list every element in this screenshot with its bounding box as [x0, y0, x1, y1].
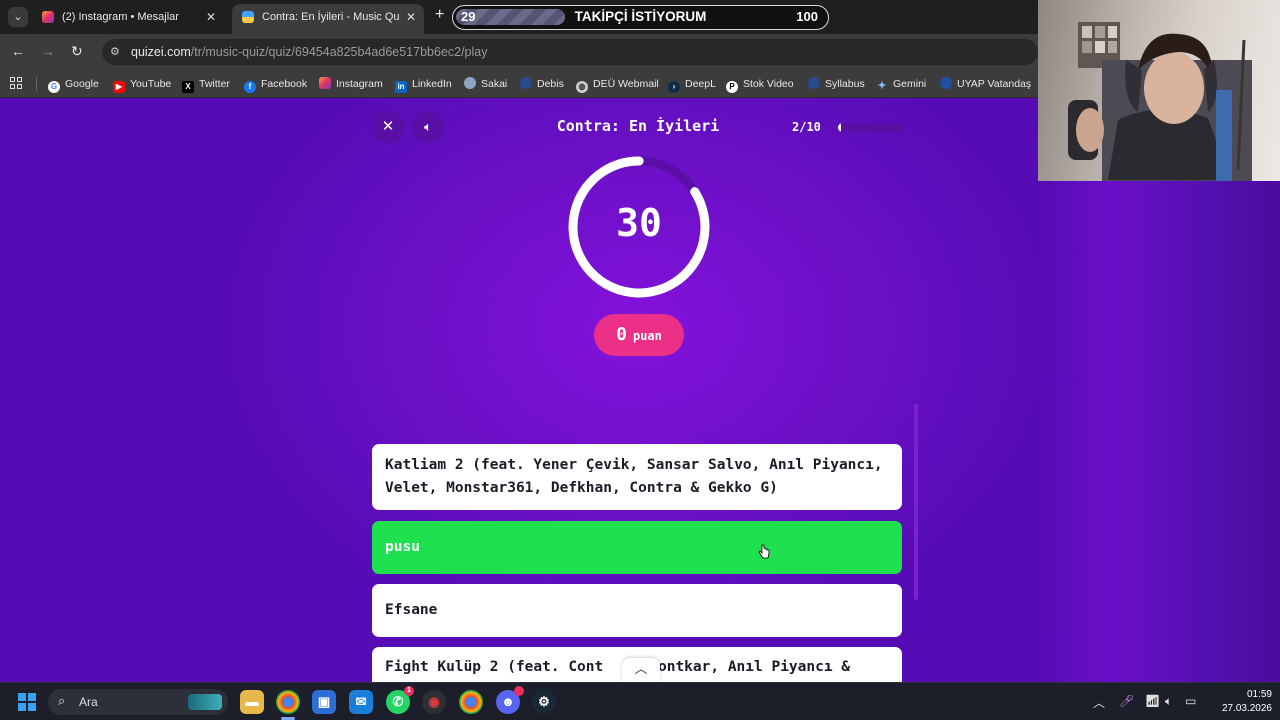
bookmark-deu-webmail[interactable]: ◍ DEÜ Webmail: [576, 76, 659, 93]
close-icon[interactable]: ✕: [206, 4, 216, 30]
x-icon: X: [182, 81, 194, 93]
linkedin-icon: in: [395, 81, 407, 93]
bookmark-facebook[interactable]: f Facebook: [244, 76, 307, 93]
file-explorer-icon[interactable]: ▬: [240, 690, 264, 714]
divider: [36, 77, 37, 91]
follower-goal-target: 100: [796, 9, 818, 24]
instagram-icon: [42, 11, 54, 23]
wifi-icon[interactable]: 📶︎: [1145, 694, 1160, 708]
steam-icon[interactable]: ⚙: [532, 690, 556, 714]
system-clock[interactable]: 01:59 27.03.2026: [1212, 688, 1272, 716]
tab-search-button[interactable]: ⌄: [8, 7, 28, 27]
forward-icon[interactable]: →: [41, 43, 55, 59]
search-icon: ⌕: [58, 693, 66, 708]
follower-goal-label: TAKİPÇİ İSTİYORUM: [574, 9, 707, 24]
webcam-image: [1068, 22, 1252, 181]
gemini-icon: ✦: [877, 80, 887, 92]
tab-instagram[interactable]: (2) Instagram • Mesajlar ✕: [32, 4, 224, 34]
question-progress-fill: [838, 123, 842, 132]
notification-badge: [514, 686, 524, 696]
speaker-icon[interactable]: 🔈︎: [412, 111, 444, 143]
volume-icon[interactable]: 🔈︎: [1165, 694, 1172, 709]
new-tab-button[interactable]: +: [435, 6, 444, 24]
syllabus-icon: [808, 77, 820, 89]
tab-music-quiz[interactable]: Contra: En İyileri - Music Quiz ✕: [232, 4, 424, 34]
google-icon: G: [48, 81, 60, 93]
windows-start-icon[interactable]: [18, 693, 36, 711]
instagram-icon: [319, 77, 331, 89]
close-quiz-button[interactable]: ✕: [372, 111, 404, 143]
facebook-icon: f: [244, 81, 256, 93]
quizei-icon: [242, 11, 254, 23]
youtube-icon: ▶: [113, 81, 125, 93]
whatsapp-icon[interactable]: ✆ 1: [386, 686, 414, 714]
answer-option[interactable]: Katliam 2 (feat. Yener Çevik, Sansar Sal…: [372, 444, 902, 510]
bookmark-instagram[interactable]: Instagram: [319, 76, 383, 92]
bookmark-stok-video[interactable]: P Stok Video: [726, 76, 794, 93]
follower-goal-bar: 29 TAKİPÇİ İSTİYORUM 100: [452, 5, 829, 30]
page-background-right: [1040, 181, 1280, 682]
question-progress-bar: [838, 123, 906, 132]
microphone-icon[interactable]: 🎤︎: [1119, 694, 1134, 708]
url-text: quizei.com/tr/music-quiz/quiz/69454a825b…: [131, 45, 488, 59]
bookmark-uyap[interactable]: UYAP Vatandaş: [940, 76, 1031, 92]
score-badge: 0 puan: [594, 314, 684, 356]
site-info-icon[interactable]: ⚙: [110, 45, 124, 59]
bookmark-google[interactable]: G Google: [48, 76, 99, 93]
score-value: 0: [616, 324, 627, 345]
search-highlight-image: [188, 694, 222, 710]
browser-toolbar: ← → ↻ ⚙ quizei.com/tr/music-quiz/quiz/69…: [0, 34, 1040, 70]
taskbar-search-placeholder: Ara: [79, 695, 98, 709]
windows-taskbar: ⌕ Ara ▬ ▣ ✉ ✆ 1 ◉ ☻ ⚙ ︿ 🎤︎ 📶︎ 🔈︎ ▭ 01:59 …: [0, 682, 1280, 720]
bookmark-syllabus[interactable]: Syllabus: [808, 76, 865, 92]
discord-icon[interactable]: ☻: [496, 686, 524, 714]
close-icon[interactable]: ✕: [406, 4, 416, 30]
timer-seconds: 30: [616, 201, 662, 245]
tab-title: (2) Instagram • Mesajlar: [62, 11, 179, 23]
bookmark-sakai[interactable]: Sakai: [464, 76, 507, 92]
scroll-up-button[interactable]: ︿: [622, 658, 660, 682]
stock-video-icon: P: [726, 81, 738, 93]
bookmark-deepl[interactable]: › DeepL: [668, 76, 716, 93]
bookmark-twitter[interactable]: X Twitter: [182, 76, 230, 93]
address-bar[interactable]: ⚙ quizei.com/tr/music-quiz/quiz/69454a82…: [102, 39, 1038, 65]
bookmark-youtube[interactable]: ▶ YouTube: [113, 76, 171, 93]
obs-icon[interactable]: ◉: [422, 690, 446, 714]
quiz-page: ✕ 🔈︎ Contra: En İyileri 2/10 30 0 puan Ka…: [0, 98, 1040, 682]
bookmarks-bar: G Google ▶ YouTube X Twitter f Facebook Inst…: [0, 70, 1040, 98]
webcam-overlay: [1038, 0, 1280, 181]
clock-time: 01:59: [1246, 689, 1272, 700]
score-unit: puan: [632, 329, 662, 343]
chrome-icon[interactable]: [276, 690, 300, 714]
notification-badge: 1: [404, 686, 414, 696]
scrollbar[interactable]: [914, 404, 918, 600]
answer-option[interactable]: Efsane: [372, 584, 902, 637]
chevron-up-icon[interactable]: ︿: [1093, 694, 1105, 711]
bookmark-linkedin[interactable]: in LinkedIn: [395, 76, 452, 93]
apps-grid-icon[interactable]: [10, 77, 23, 90]
battery-icon[interactable]: ▭: [1185, 694, 1196, 708]
microsoft-store-icon[interactable]: ▣: [312, 690, 336, 714]
sakai-icon: [464, 77, 476, 89]
debis-icon: [520, 77, 532, 89]
reload-icon[interactable]: ↻: [71, 43, 83, 60]
uyap-icon: [940, 77, 952, 89]
taskbar-search[interactable]: ⌕ Ara: [48, 689, 228, 715]
clock-date: 27.03.2026: [1221, 703, 1272, 714]
deepl-icon: ›: [668, 81, 680, 93]
bookmark-gemini[interactable]: ✦ Gemini: [876, 76, 926, 92]
quiz-title: Contra: En İyileri: [556, 117, 720, 135]
hand-cursor-icon: [758, 544, 770, 559]
answer-option-correct[interactable]: pusu: [372, 521, 902, 574]
globe-icon: ◍: [576, 81, 588, 93]
chrome-profile-icon[interactable]: [459, 690, 483, 714]
back-icon[interactable]: ←: [11, 43, 25, 59]
tab-title: Contra: En İyileri - Music Quiz: [262, 11, 400, 23]
mail-icon[interactable]: ✉: [349, 690, 373, 714]
question-progress-text: 2/10: [792, 120, 821, 134]
bookmark-debis[interactable]: Debis: [520, 76, 564, 92]
